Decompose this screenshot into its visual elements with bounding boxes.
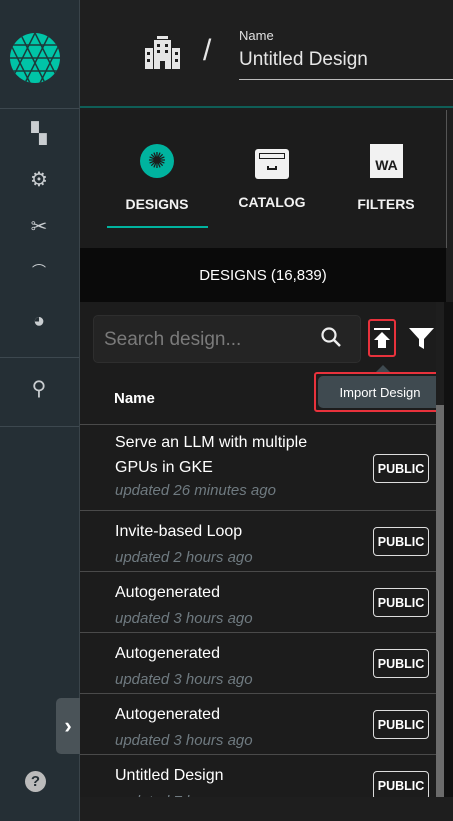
design-row[interactable]: Autogenerated updated 3 hours ago PUBLIC [80, 632, 436, 693]
expand-sidebar-button[interactable]: › [56, 698, 80, 754]
help-icon[interactable]: ? [25, 771, 46, 792]
tools-icon[interactable]: ✂ [24, 213, 54, 239]
design-name: Invite-based Loop [115, 523, 243, 540]
design-updated: updated 7 hours ago [115, 793, 253, 797]
designs-list: Search design... Import Design Name Serv… [80, 302, 436, 797]
visibility-badge[interactable]: PUBLIC [373, 527, 429, 556]
design-updated: updated 26 minutes ago [115, 482, 276, 499]
design-name-input[interactable]: Untitled Design [239, 46, 453, 80]
gears-icon[interactable]: ⚙ [24, 166, 54, 192]
visibility-badge[interactable]: PUBLIC [373, 454, 429, 483]
visibility-badge[interactable]: PUBLIC [373, 649, 429, 678]
tab-catalog[interactable]: CATALOG [222, 110, 322, 248]
design-row[interactable]: Invite-based Loop updated 2 hours ago PU… [80, 510, 436, 571]
filter-icon[interactable] [409, 328, 434, 355]
pie-chart-icon[interactable]: ◕ [24, 308, 54, 334]
design-row[interactable]: Autogenerated updated 3 hours ago PUBLIC [80, 571, 436, 632]
design-name: Untitled Design [115, 767, 224, 784]
tab-filters[interactable]: WA FILTERS [336, 110, 436, 248]
visibility-badge[interactable]: PUBLIC [373, 588, 429, 617]
design-updated: updated 3 hours ago [115, 671, 253, 688]
tab-designs[interactable]: ✺ DESIGNS [107, 110, 208, 248]
dashboard-icon[interactable]: ▚ [24, 120, 54, 146]
filters-icon: WA [370, 144, 403, 178]
visibility-badge[interactable]: PUBLIC [373, 771, 429, 797]
catalog-icon [255, 149, 289, 179]
search-icon[interactable] [320, 326, 341, 348]
design-name: Autogenerated [115, 584, 220, 601]
header: / Name Untitled Design [80, 0, 453, 108]
import-design-tooltip: Import Design [314, 372, 436, 412]
design-row[interactable]: Serve an LLM with multiple GPUs in GKE u… [80, 424, 436, 510]
design-row[interactable]: Autogenerated updated 3 hours ago PUBLIC [80, 693, 436, 754]
design-row[interactable]: Untitled Design updated 7 hours ago PUBL… [80, 754, 436, 797]
designs-icon: ✺ [140, 144, 174, 178]
design-updated: updated 3 hours ago [115, 610, 253, 627]
gauge-icon[interactable]: ⌒ [24, 258, 54, 284]
name-label: Name [239, 28, 274, 43]
upload-icon [374, 328, 390, 348]
sidebar: ▚ ⚙ ✂ ⌒ ◕ ⚲ › ? [0, 0, 80, 821]
design-name: Serve an LLM with multiple GPUs in GKE [115, 434, 308, 476]
tab-bar: ✺ DESIGNS CATALOG WA FILTERS [80, 110, 446, 248]
scrollbar[interactable] [436, 405, 444, 797]
design-updated: updated 3 hours ago [115, 732, 253, 749]
design-name: Autogenerated [115, 706, 220, 723]
organization-icon[interactable] [145, 36, 180, 69]
location-pin-icon[interactable]: ⚲ [24, 375, 54, 401]
design-name: Autogenerated [115, 645, 220, 662]
breadcrumb-separator: / [203, 34, 212, 67]
design-name-value: Untitled Design [239, 49, 368, 70]
designs-count: DESIGNS (16,839) [80, 248, 446, 302]
design-updated: updated 2 hours ago [115, 549, 253, 566]
visibility-badge[interactable]: PUBLIC [373, 710, 429, 739]
column-header-name[interactable]: Name [114, 390, 155, 407]
scrollbar-track [444, 302, 453, 797]
search-input[interactable]: Search design... [93, 315, 361, 363]
logo[interactable] [10, 33, 60, 83]
search-placeholder: Search design... [104, 329, 242, 350]
import-design-button[interactable] [368, 319, 396, 357]
